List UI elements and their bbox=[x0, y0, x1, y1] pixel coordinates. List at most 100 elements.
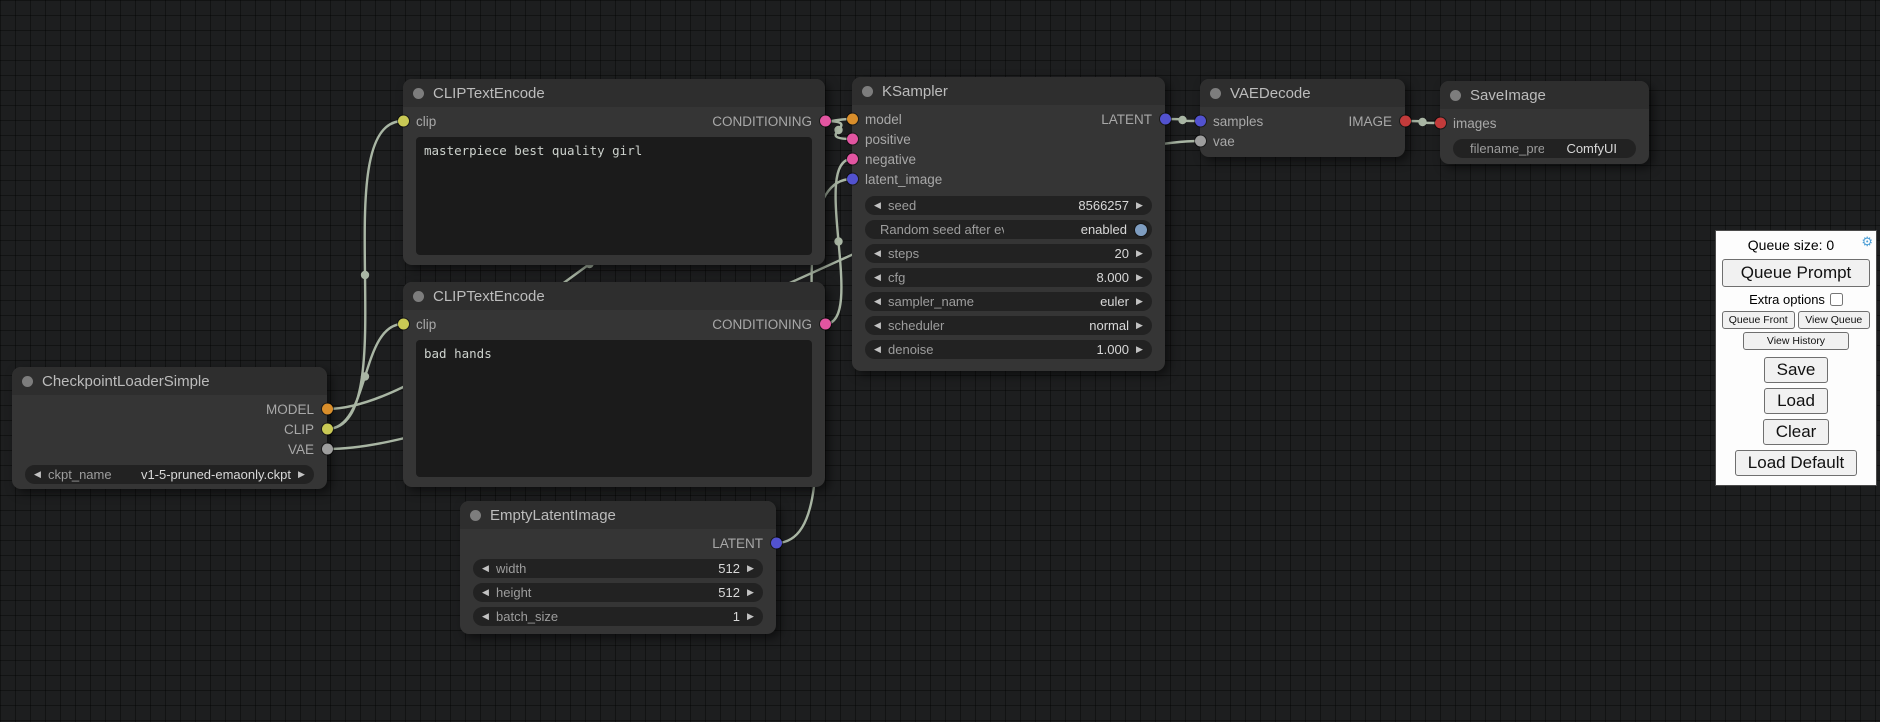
collapse-dot-icon[interactable] bbox=[470, 510, 481, 521]
decrement-arrow-icon[interactable]: ◀ bbox=[478, 587, 493, 598]
increment-arrow-icon[interactable]: ▶ bbox=[1132, 248, 1147, 259]
widget-value: 1 bbox=[618, 609, 743, 624]
node-save-image[interactable]: SaveImage images filename_prefix ComfyUI bbox=[1440, 81, 1649, 164]
node-checkpoint-loader[interactable]: CheckpointLoaderSimple MODEL CLIP VAE ◀ … bbox=[12, 367, 327, 489]
increment-arrow-icon[interactable]: ▶ bbox=[1132, 344, 1147, 355]
prev-value-arrow-icon[interactable]: ◀ bbox=[870, 320, 885, 331]
extra-options-checkbox[interactable] bbox=[1830, 293, 1843, 306]
input-slot-images: images bbox=[1440, 113, 1649, 133]
increment-arrow-icon[interactable]: ▶ bbox=[743, 563, 758, 574]
view-queue-button[interactable]: View Queue bbox=[1798, 311, 1871, 329]
save-button[interactable]: Save bbox=[1764, 357, 1829, 383]
decrement-arrow-icon[interactable]: ◀ bbox=[870, 248, 885, 259]
collapse-dot-icon[interactable] bbox=[862, 86, 873, 97]
model-slot-dot-icon[interactable] bbox=[847, 114, 858, 125]
sampler-name-widget[interactable]: ◀ sampler_name euler ▶ bbox=[865, 292, 1152, 311]
denoise-widget[interactable]: ◀ denoise 1.000 ▶ bbox=[865, 340, 1152, 359]
cfg-widget[interactable]: ◀ cfg 8.000 ▶ bbox=[865, 268, 1152, 287]
input-slot-positive: positive bbox=[852, 129, 1165, 149]
clear-button[interactable]: Clear bbox=[1763, 419, 1830, 445]
ckpt-name-widget[interactable]: ◀ ckpt_name v1-5-pruned-emaonly.ckpt ▶ bbox=[25, 465, 314, 484]
settings-gear-icon[interactable]: ⚙ bbox=[1861, 234, 1873, 250]
image-slot-dot-icon[interactable] bbox=[1400, 116, 1411, 127]
output-slot-conditioning: CONDITIONING bbox=[712, 317, 812, 332]
node-title: KSampler bbox=[882, 83, 948, 100]
toggle-knob-icon[interactable] bbox=[1135, 224, 1147, 236]
scheduler-widget[interactable]: ◀ scheduler normal ▶ bbox=[865, 316, 1152, 335]
clip-slot-dot-icon[interactable] bbox=[322, 424, 333, 435]
next-value-arrow-icon[interactable]: ▶ bbox=[1132, 296, 1147, 307]
widget-label: Random seed after every gen bbox=[870, 222, 1004, 237]
decrement-arrow-icon[interactable]: ◀ bbox=[478, 611, 493, 622]
prompt-textarea[interactable]: masterpiece best quality girl bbox=[416, 137, 812, 255]
decrement-arrow-icon[interactable]: ◀ bbox=[870, 344, 885, 355]
increment-arrow-icon[interactable]: ▶ bbox=[1132, 200, 1147, 211]
widget-label: scheduler bbox=[885, 318, 1009, 333]
conditioning-slot-dot-icon[interactable] bbox=[847, 154, 858, 165]
node-title-bar[interactable]: SaveImage bbox=[1440, 81, 1649, 109]
conditioning-slot-dot-icon[interactable] bbox=[847, 134, 858, 145]
collapse-dot-icon[interactable] bbox=[1450, 90, 1461, 101]
decrement-arrow-icon[interactable]: ◀ bbox=[478, 563, 493, 574]
latent-slot-dot-icon[interactable] bbox=[847, 174, 858, 185]
node-title-bar[interactable]: CheckpointLoaderSimple bbox=[12, 367, 327, 395]
next-value-arrow-icon[interactable]: ▶ bbox=[294, 469, 309, 480]
load-button[interactable]: Load bbox=[1764, 388, 1828, 414]
comfyui-canvas[interactable]: { "icons": { "arrow_left": "◀", "arrow_r… bbox=[0, 0, 1880, 722]
steps-widget[interactable]: ◀ steps 20 ▶ bbox=[865, 244, 1152, 263]
output-slot-image: IMAGE bbox=[1348, 114, 1392, 129]
link-midpoint-dot bbox=[834, 237, 842, 245]
node-title-bar[interactable]: KSampler bbox=[852, 77, 1165, 105]
seed-widget[interactable]: ◀ seed 8566257 ▶ bbox=[865, 196, 1152, 215]
latent-slot-dot-icon[interactable] bbox=[1195, 116, 1206, 127]
input-slot-model: model bbox=[865, 112, 902, 127]
next-value-arrow-icon[interactable]: ▶ bbox=[1132, 320, 1147, 331]
conditioning-slot-dot-icon[interactable] bbox=[820, 319, 831, 330]
vae-slot-dot-icon[interactable] bbox=[322, 444, 333, 455]
widget-label: cfg bbox=[885, 270, 1009, 285]
increment-arrow-icon[interactable]: ▶ bbox=[743, 611, 758, 622]
vae-slot-dot-icon[interactable] bbox=[1195, 136, 1206, 147]
input-slot-latent-image: latent_image bbox=[852, 169, 1165, 189]
queue-prompt-button[interactable]: Queue Prompt bbox=[1722, 259, 1870, 287]
conditioning-slot-dot-icon[interactable] bbox=[820, 116, 831, 127]
latent-slot-dot-icon[interactable] bbox=[1160, 114, 1171, 125]
width-widget[interactable]: ◀ width 512 ▶ bbox=[473, 559, 763, 578]
height-widget[interactable]: ◀ height 512 ▶ bbox=[473, 583, 763, 602]
node-clip-text-encode-positive[interactable]: CLIPTextEncode clip CONDITIONING masterp… bbox=[403, 79, 825, 265]
filename-prefix-widget[interactable]: filename_prefix ComfyUI bbox=[1453, 139, 1636, 158]
prompt-textarea[interactable]: bad hands bbox=[416, 340, 812, 477]
collapse-dot-icon[interactable] bbox=[22, 376, 33, 387]
output-slot-model: MODEL bbox=[12, 399, 327, 419]
widget-label: steps bbox=[885, 246, 1009, 261]
node-vae-decode[interactable]: VAEDecode samples IMAGE vae bbox=[1200, 79, 1405, 157]
image-slot-dot-icon[interactable] bbox=[1435, 118, 1446, 129]
output-slot-vae: VAE bbox=[12, 439, 327, 459]
clip-slot-dot-icon[interactable] bbox=[398, 116, 409, 127]
queue-front-button[interactable]: Queue Front bbox=[1722, 311, 1795, 329]
prev-value-arrow-icon[interactable]: ◀ bbox=[870, 296, 885, 307]
decrement-arrow-icon[interactable]: ◀ bbox=[870, 272, 885, 283]
node-empty-latent-image[interactable]: EmptyLatentImage LATENT ◀ width 512 ▶ ◀ … bbox=[460, 501, 776, 634]
collapse-dot-icon[interactable] bbox=[1210, 88, 1221, 99]
view-history-button[interactable]: View History bbox=[1743, 332, 1850, 350]
node-title-bar[interactable]: EmptyLatentImage bbox=[460, 501, 776, 529]
batch-size-widget[interactable]: ◀ batch_size 1 ▶ bbox=[473, 607, 763, 626]
node-clip-text-encode-negative[interactable]: CLIPTextEncode clip CONDITIONING bad han… bbox=[403, 282, 825, 487]
collapse-dot-icon[interactable] bbox=[413, 291, 424, 302]
prev-value-arrow-icon[interactable]: ◀ bbox=[30, 469, 45, 480]
extra-options-label: Extra options bbox=[1749, 292, 1825, 307]
latent-slot-dot-icon[interactable] bbox=[771, 538, 782, 549]
node-title-bar[interactable]: VAEDecode bbox=[1200, 79, 1405, 107]
collapse-dot-icon[interactable] bbox=[413, 88, 424, 99]
random-seed-toggle-widget[interactable]: Random seed after every gen enabled bbox=[865, 220, 1152, 239]
node-ksampler[interactable]: KSampler model LATENT positive negative … bbox=[852, 77, 1165, 371]
model-slot-dot-icon[interactable] bbox=[322, 404, 333, 415]
decrement-arrow-icon[interactable]: ◀ bbox=[870, 200, 885, 211]
increment-arrow-icon[interactable]: ▶ bbox=[743, 587, 758, 598]
increment-arrow-icon[interactable]: ▶ bbox=[1132, 272, 1147, 283]
node-title-bar[interactable]: CLIPTextEncode bbox=[403, 79, 825, 107]
node-title-bar[interactable]: CLIPTextEncode bbox=[403, 282, 825, 310]
clip-slot-dot-icon[interactable] bbox=[398, 319, 409, 330]
load-default-button[interactable]: Load Default bbox=[1735, 450, 1857, 476]
